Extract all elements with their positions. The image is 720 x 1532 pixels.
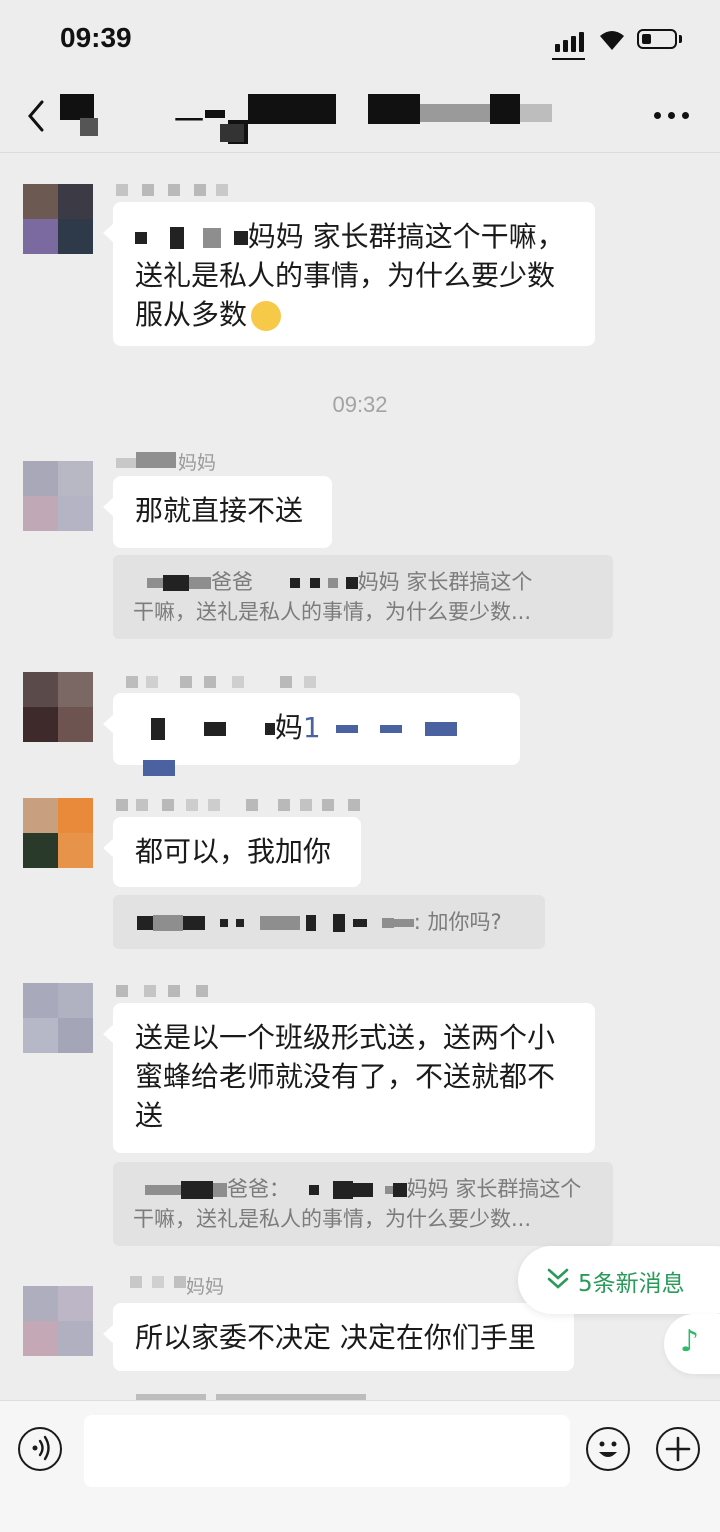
message-input[interactable] xyxy=(84,1415,570,1487)
quoted-message[interactable]: 爸爸 妈妈 家长群搞这个 干嘛，送礼是私人的事情，为什么要少数... xyxy=(113,555,613,639)
music-float-button[interactable]: ♪ xyxy=(664,1314,720,1374)
double-chevron-down-icon xyxy=(547,1268,569,1289)
emoji-flushed-icon xyxy=(251,301,282,331)
battery-tip xyxy=(679,35,682,43)
message-bubble[interactable]: 所以家委不决定 决定在你们手里 xyxy=(103,1303,574,1371)
avatar[interactable] xyxy=(23,1286,93,1356)
message-text: 所以家委不决定 决定在你们手里 xyxy=(135,1321,536,1354)
battery-icon xyxy=(637,29,677,49)
emoji-icon[interactable] xyxy=(586,1427,630,1471)
new-messages-button[interactable]: 5条新消息 xyxy=(518,1246,720,1314)
avatar[interactable] xyxy=(23,184,93,254)
message-bubble[interactable]: 送是以一个班级形式送，送两个小蜜蜂给老师就没有了，不送就都不送 xyxy=(103,1003,595,1153)
chat-header: 一 xyxy=(0,80,720,153)
title-redaction xyxy=(520,104,552,122)
signal-underline xyxy=(552,58,585,60)
title-redaction xyxy=(80,118,98,136)
wifi-icon xyxy=(600,31,624,50)
chat-title: 一 xyxy=(60,90,620,144)
title-redaction xyxy=(205,110,225,118)
title-text: 一 xyxy=(174,104,204,139)
avatar[interactable] xyxy=(23,798,93,868)
music-note-icon: ♪ xyxy=(680,1324,700,1359)
avatar[interactable] xyxy=(23,461,93,531)
sender-name: 妈妈 xyxy=(116,448,236,474)
sender-name xyxy=(116,180,236,200)
message-text: 妈妈 家长群搞这个干嘛，送礼是私人的事情，为什么要少数服从多数 xyxy=(135,220,565,331)
title-redaction xyxy=(490,94,520,124)
avatar[interactable] xyxy=(23,672,93,742)
avatar[interactable] xyxy=(23,983,93,1053)
sender-name xyxy=(120,672,360,692)
sender-name xyxy=(116,981,208,1001)
new-messages-label: 5条新消息 xyxy=(578,1271,685,1297)
sender-name xyxy=(116,795,366,815)
quoted-message[interactable]: 爸爸： 妈妈 家长群搞这个 干嘛，送礼是私人的事情，为什么要少数... xyxy=(113,1162,613,1246)
title-redaction xyxy=(420,104,490,122)
title-redaction xyxy=(368,94,420,124)
plus-icon[interactable] xyxy=(656,1427,700,1471)
title-redaction xyxy=(220,124,244,142)
message-bubble[interactable]: 都可以，我加你 xyxy=(103,817,361,887)
signal-icon xyxy=(555,30,585,52)
message-text: 妈 xyxy=(274,711,303,744)
voice-icon[interactable] xyxy=(18,1427,62,1471)
timestamp: 09:32 xyxy=(332,392,388,417)
input-bar xyxy=(0,1400,720,1532)
back-icon[interactable] xyxy=(20,96,56,136)
title-redaction xyxy=(248,94,336,124)
message-bubble[interactable]: 那就直接不送 xyxy=(103,476,332,548)
quoted-message[interactable]: : 加你吗? xyxy=(113,895,545,949)
message-bubble[interactable]: 妈1 xyxy=(103,693,520,776)
message-text: 那就直接不送 xyxy=(135,494,304,527)
message-bubble[interactable]: 妈妈 家长群搞这个干嘛，送礼是私人的事情，为什么要少数服从多数 xyxy=(103,202,595,346)
sender-name: 妈妈 xyxy=(116,1272,226,1298)
status-bar: 09:39 xyxy=(0,0,720,80)
message-text: 送是以一个班级形式送，送两个小蜜蜂给老师就没有了，不送就都不送 xyxy=(135,1021,556,1132)
message-text: 都可以，我加你 xyxy=(135,835,332,868)
status-time: 09:39 xyxy=(60,22,132,53)
more-icon[interactable] xyxy=(652,112,692,122)
title-redaction xyxy=(60,94,94,120)
